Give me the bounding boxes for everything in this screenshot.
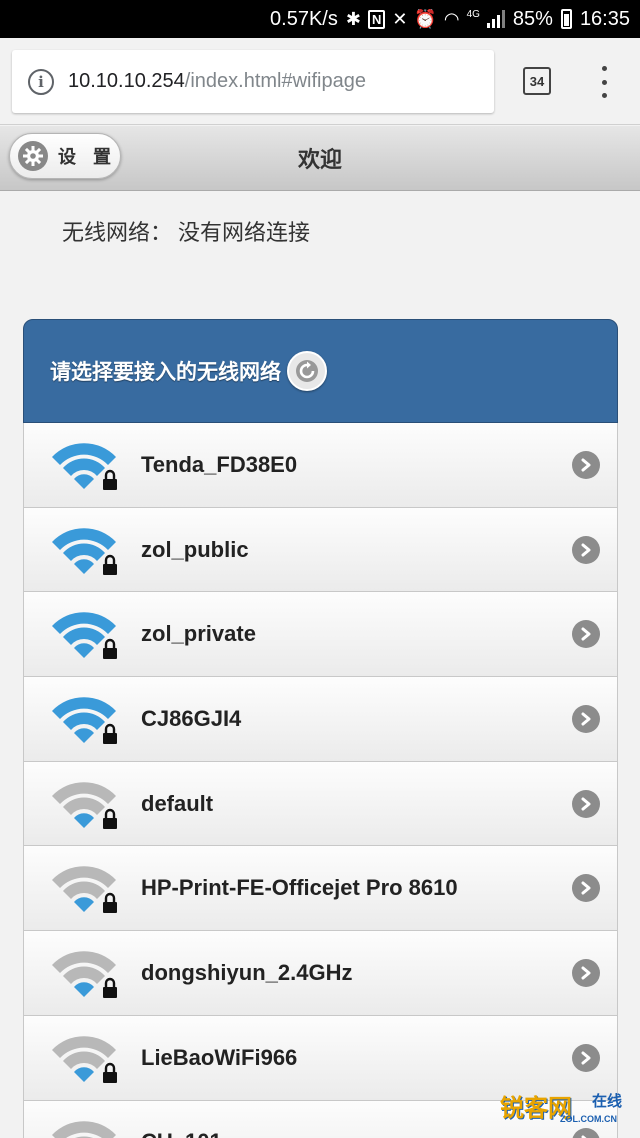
lock-icon [103, 469, 117, 490]
wifi-signal-icon [52, 781, 117, 829]
battery-percent: 85% [512, 7, 553, 30]
signal-strength-icon [486, 10, 505, 28]
chevron-right-icon[interactable] [572, 704, 600, 733]
network-name: CU_101 [141, 1129, 222, 1138]
status-bar: 0.57K/s ✱ N ✕ ⏰ ◠ 4G 85% 16:35 [0, 0, 640, 38]
wifi-signal-icon [52, 527, 117, 575]
network-panel-title: 请选择要接入的无线网络 [50, 361, 281, 384]
network-name: dongshiyun_2.4GHz [141, 959, 353, 985]
info-icon[interactable]: i [28, 68, 54, 95]
network-list: Tenda_FD38E0 zol_public zol_private CJ86GJI… [23, 423, 618, 1138]
bluetooth-icon: ✱ [345, 8, 361, 29]
network-name: zol_public [141, 536, 249, 562]
wifi-signal-icon [52, 443, 117, 490]
wifi-signal-icon [52, 1036, 117, 1083]
chevron-right-icon[interactable] [572, 789, 600, 818]
lock-icon [103, 639, 117, 660]
more-menu-button[interactable] [594, 66, 614, 98]
chevron-right-icon[interactable] [572, 1043, 600, 1072]
url-text[interactable]: 10.10.10.254/index.html#wifipage [68, 70, 366, 93]
url-host: 10.10.10.254 [68, 70, 185, 92]
battery-icon [560, 9, 572, 29]
nfc-icon: N [367, 9, 386, 29]
watermark-url: ZOL.COM.CN [560, 1114, 617, 1124]
chevron-right-icon[interactable] [572, 535, 600, 564]
page-header: 欢迎 设 置 [0, 126, 640, 191]
settings-button[interactable]: 设 置 [9, 133, 121, 179]
status-icons: ✱ N ✕ ⏰ ◠ 4G [346, 9, 505, 30]
refresh-icon[interactable] [287, 351, 327, 391]
network-name: Tenda_FD38E0 [141, 451, 298, 477]
wifi-signal-icon [52, 697, 117, 745]
watermark-suffix: 在线 [592, 1093, 623, 1110]
network-row[interactable]: zol_public [23, 507, 618, 593]
lock-icon [103, 893, 117, 914]
network-name: default [141, 790, 214, 816]
network-row[interactable]: Tenda_FD38E0 [23, 423, 618, 508]
chevron-right-icon[interactable] [572, 450, 600, 479]
gear-icon [18, 141, 48, 171]
wifi-connection-status: 无线网络： 没有网络连接 [62, 215, 310, 247]
wifi-signal-icon [52, 866, 117, 914]
address-bar[interactable]: i 10.10.10.254/index.html#wifipage [12, 50, 494, 113]
lock-icon [103, 977, 117, 999]
settings-label: 设 置 [58, 147, 118, 167]
url-path: /index.html#wifipage [184, 70, 366, 92]
network-type-label: 4G [466, 8, 480, 20]
network-name: HP-Print-FE-Officejet Pro 8610 [141, 875, 458, 901]
alarm-icon: ⏰ [414, 8, 437, 29]
clock: 16:35 [579, 7, 630, 30]
network-panel-header: 请选择要接入的无线网络 [23, 319, 618, 423]
chevron-right-icon[interactable] [572, 620, 600, 649]
lock-icon [103, 554, 117, 575]
browser-toolbar: i 10.10.10.254/index.html#wifipage 34 [0, 38, 640, 125]
chevron-right-icon[interactable] [572, 958, 600, 987]
wifi-signal-icon [52, 1120, 116, 1138]
wifi-calling-icon: ◠ [443, 8, 460, 29]
network-row[interactable]: default [23, 761, 618, 847]
lock-icon [103, 808, 117, 829]
network-row[interactable]: zol_private [23, 592, 618, 678]
network-name: LieBaoWiFi966 [141, 1044, 298, 1070]
chevron-right-icon[interactable] [572, 874, 600, 903]
network-row[interactable]: HP-Print-FE-Officejet Pro 8610 [23, 846, 618, 932]
wifi-signal-icon [52, 612, 117, 660]
lock-icon [103, 1062, 117, 1083]
network-row[interactable]: dongshiyun_2.4GHz [23, 931, 618, 1016]
network-name: CJ86GJI4 [141, 705, 242, 731]
lock-icon [103, 723, 117, 745]
network-row[interactable]: CJ86GJI4 [23, 677, 618, 762]
tab-switcher-button[interactable]: 34 [523, 67, 551, 95]
network-speed: 0.57K/s [270, 7, 338, 30]
watermark-logo: 锐客网 在线 ZOL.COM.CN [500, 1088, 630, 1130]
wifi-status-label: 无线网络： [62, 220, 173, 245]
wifi-status-value: 没有网络连接 [178, 220, 311, 245]
network-name: zol_private [141, 621, 256, 647]
mute-icon: ✕ [392, 8, 408, 29]
wifi-signal-icon [52, 951, 117, 999]
